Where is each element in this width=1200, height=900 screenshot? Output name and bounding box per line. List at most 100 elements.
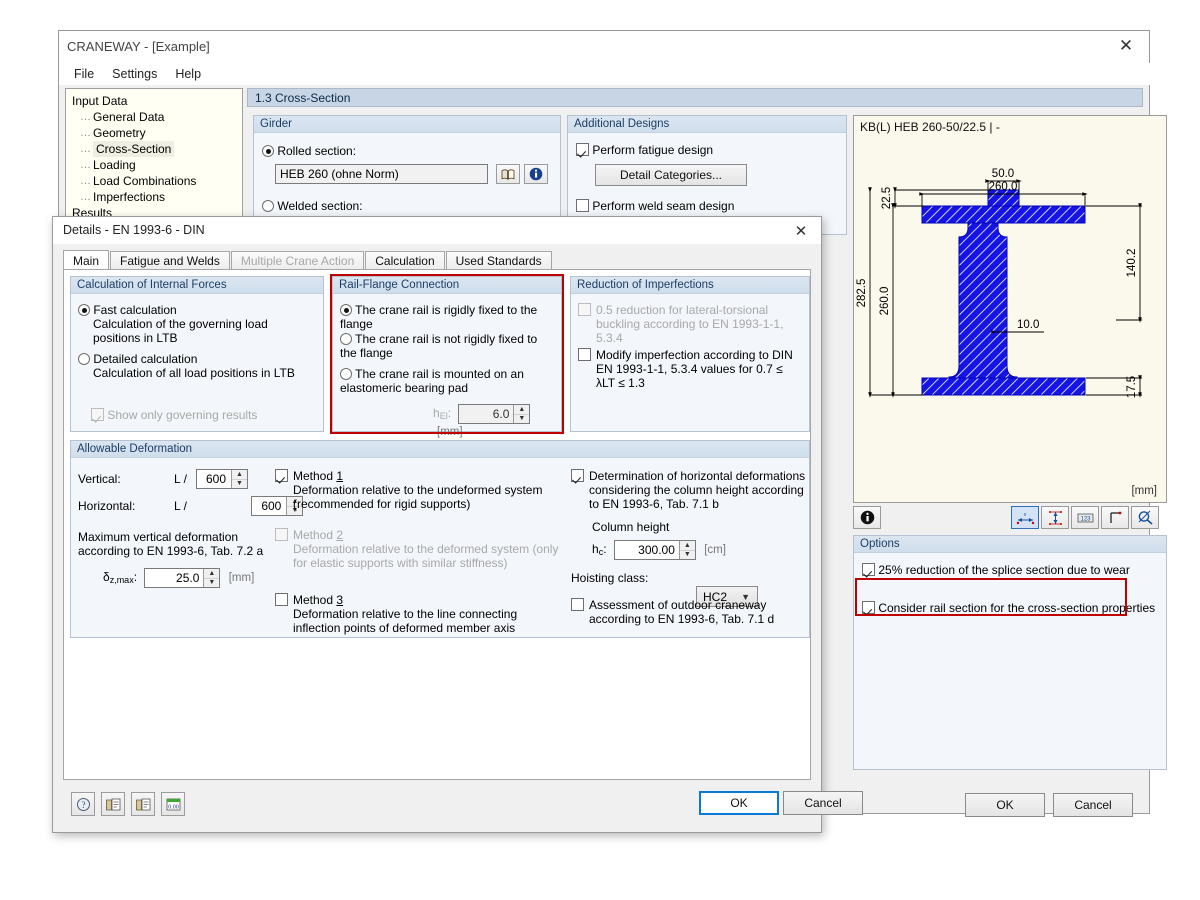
numbers-icon[interactable]: 123 <box>1071 506 1099 529</box>
spin-up-icon[interactable]: ▲ <box>679 541 695 551</box>
tree-branch-icon: … <box>80 127 91 139</box>
outdoor-craneway-label: Assessment of outdoor craneway according… <box>589 598 775 626</box>
sidebar-item-cross-section[interactable]: … Cross-Section <box>72 141 242 157</box>
dimension-x-icon[interactable]: x <box>1011 506 1039 529</box>
dimension-y-icon-glyph <box>1048 510 1062 525</box>
menu-item-settings[interactable]: Settings <box>103 65 166 83</box>
hc-spin-buttons[interactable]: ▲ ▼ <box>678 541 695 560</box>
menu-item-help[interactable]: Help <box>166 65 210 83</box>
main-ok-button[interactable]: OK <box>965 793 1045 817</box>
splice-reduction-checkbox[interactable]: 25% reduction of the splice section due … <box>862 563 1130 577</box>
rolled-section-input[interactable]: HEB 260 (ohne Norm) <box>275 164 488 184</box>
tab-main[interactable]: Main <box>63 250 110 271</box>
svg-text:0.00: 0.00 <box>168 804 179 810</box>
rail-rigidly-fixed-radio[interactable]: The crane rail is rigidly fixed to the f… <box>340 303 558 331</box>
cross-section-viewer[interactable]: KB(L) HEB 260-50/22.5 | - 260.0 50.0 22.… <box>853 115 1167 503</box>
sidebar-item-geometry[interactable]: … Geometry <box>72 125 242 141</box>
tab-used-standards[interactable]: Used Standards <box>445 251 552 270</box>
sidebar-item-label: Load Combinations <box>93 174 197 188</box>
horizontal-determination-checkbox[interactable]: Determination of horizontal deformations… <box>571 469 809 511</box>
axes-icon[interactable] <box>1101 506 1129 529</box>
spin-down-icon[interactable]: ▼ <box>514 415 529 424</box>
checkbox-indicator <box>275 528 288 541</box>
rail-flange-group: Rail-Flange Connection The crane rail is… <box>332 276 562 438</box>
fast-calculation-radio[interactable]: Fast calculation Calculation of the gove… <box>78 303 318 345</box>
svg-text:?: ? <box>81 800 85 810</box>
sidebar-item-loading[interactable]: … Loading <box>72 157 242 173</box>
h-el-spin-buttons[interactable]: ▲ ▼ <box>513 405 530 424</box>
book-icon[interactable] <box>496 164 520 184</box>
dialog-title-bar: Details - EN 1993-6 - DIN ✕ <box>53 217 821 244</box>
show-governing-results-label: Show only governing results <box>107 408 258 422</box>
internal-forces-group: Calculation of Internal Forces Fast calc… <box>70 276 324 432</box>
checkbox-indicator <box>576 199 589 212</box>
sidebar-item-general-data[interactable]: … General Data <box>72 109 242 125</box>
spin-up-icon[interactable]: ▲ <box>204 569 220 579</box>
spin-up-icon[interactable]: ▲ <box>514 405 530 415</box>
close-icon[interactable]: ✕ <box>787 220 815 242</box>
consider-rail-section-checkbox[interactable]: Consider rail section for the cross-sect… <box>862 601 1155 615</box>
checkbox-indicator <box>862 601 875 614</box>
perform-fatigue-design-checkbox[interactable]: Perform fatigue design <box>576 143 713 157</box>
method-3-title: Method <box>293 593 334 607</box>
dialog-ok-button[interactable]: OK <box>699 791 779 815</box>
welded-section-radio[interactable]: Welded section: <box>262 199 363 213</box>
girder-group-title: Girder <box>254 116 560 133</box>
delta-spin-buttons[interactable]: ▲ ▼ <box>203 569 220 588</box>
tab-fatigue-and-welds[interactable]: Fatigue and Welds <box>110 251 230 270</box>
spin-down-icon[interactable]: ▼ <box>232 480 247 489</box>
spin-down-icon[interactable]: ▼ <box>204 579 219 588</box>
h-el-sub: El <box>439 411 448 422</box>
rail-elastomeric-pad-radio[interactable]: The crane rail is mounted on an elastome… <box>340 367 545 395</box>
rail-not-rigidly-fixed-label: The crane rail is not rigidly fixed to t… <box>340 332 538 360</box>
checkbox-indicator <box>275 469 288 482</box>
zoom-icon[interactable] <box>1131 506 1159 529</box>
load-defaults-icon[interactable] <box>101 792 125 816</box>
vertical-spin-buttons[interactable]: ▲ ▼ <box>231 470 247 488</box>
radio-indicator <box>78 353 90 365</box>
method-1-checkbox[interactable]: Method 1 Deformation relative to the und… <box>275 469 565 511</box>
spin-up-icon[interactable]: ▲ <box>232 470 247 480</box>
main-cancel-button[interactable]: Cancel <box>1053 793 1133 817</box>
numbers-icon-glyph: 123 <box>1077 513 1093 522</box>
allowable-deformation-body: Vertical: L / 600 ▲ ▼ Horizontal: L / 600… <box>71 458 809 637</box>
spin-down-icon[interactable]: ▼ <box>680 551 695 560</box>
radio-indicator <box>262 145 274 157</box>
perform-weld-seam-design-checkbox[interactable]: Perform weld seam design <box>576 199 734 213</box>
sidebar-item-load-combinations[interactable]: … Load Combinations <box>72 173 242 189</box>
dimension-y-icon[interactable] <box>1041 506 1069 529</box>
dim-label-rail-width: 50.0 <box>992 168 1014 180</box>
save-defaults-icon[interactable] <box>131 792 155 816</box>
checkbox-indicator <box>571 469 584 482</box>
detail-categories-button[interactable]: Detail Categories... <box>595 164 747 186</box>
cross-section-unit-label: [mm] <box>1131 485 1157 497</box>
book-icon-glyph <box>501 169 515 180</box>
vertical-label: Vertical: <box>78 472 121 486</box>
dialog-bottom-bar: ? 0.00 OK Cancel <box>53 784 863 832</box>
rolled-section-radio[interactable]: Rolled section: <box>262 144 356 158</box>
rail-not-rigidly-fixed-radio[interactable]: The crane rail is not rigidly fixed to t… <box>340 332 545 360</box>
checkbox-indicator <box>571 598 584 611</box>
tree-root-input-data[interactable]: Input Data <box>72 93 242 109</box>
info-icon[interactable] <box>524 164 548 184</box>
help-icon[interactable]: ? <box>71 792 95 816</box>
close-icon[interactable]: ✕ <box>1103 31 1149 61</box>
h-el-spinner: 6.0 ▲ ▼ <box>458 404 531 424</box>
dialog-cancel-button[interactable]: Cancel <box>783 791 863 815</box>
method-1-number: 1 <box>336 469 344 483</box>
units-icon-glyph: 0.00 <box>166 798 180 810</box>
outdoor-craneway-checkbox[interactable]: Assessment of outdoor craneway according… <box>571 598 809 626</box>
units-icon[interactable]: 0.00 <box>161 792 185 816</box>
method-3-checkbox[interactable]: Method 3 Deformation relative to the lin… <box>275 593 565 635</box>
sidebar-item-imperfections[interactable]: … Imperfections <box>72 189 242 205</box>
modify-imperfection-checkbox[interactable]: Modify imperfection according to DIN EN … <box>578 348 804 390</box>
detailed-calculation-radio[interactable]: Detailed calculation Calculation of all … <box>78 352 318 380</box>
svg-text:x: x <box>1023 512 1026 518</box>
checkbox-indicator <box>578 303 591 316</box>
dim-label-upper: 140.2 <box>1126 249 1138 278</box>
checkbox-indicator <box>275 593 288 606</box>
menu-item-file[interactable]: File <box>65 65 103 83</box>
info-icon[interactable] <box>853 506 881 529</box>
tab-calculation[interactable]: Calculation <box>365 251 445 270</box>
section-profile <box>921 189 1086 396</box>
